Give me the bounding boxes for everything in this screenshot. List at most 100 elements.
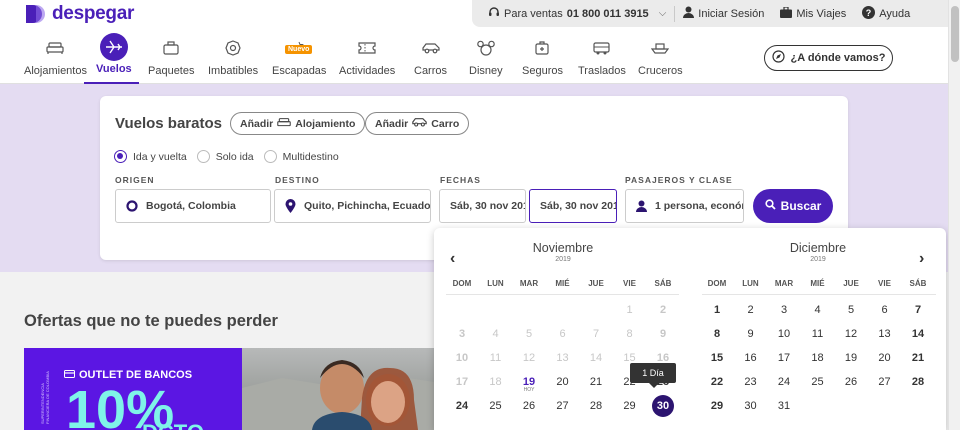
calendar-day[interactable]: 26 [514, 400, 544, 412]
calendar-day[interactable]: 18 [803, 352, 833, 364]
bank-outlet-banner[interactable]: SUPERINTENDENCIA FINANCIERA DE COLOMBIA … [24, 348, 242, 430]
trip-type-roundtrip[interactable]: Ida y vuelta [114, 150, 187, 163]
calendar-day[interactable]: 19 [836, 352, 866, 364]
calendar-day[interactable]: 25 [481, 400, 511, 412]
calendar-day-selected[interactable]: 30 [648, 395, 678, 417]
weekday-header: LUN [742, 279, 759, 288]
trip-type-multidestination[interactable]: Multidestino [263, 150, 339, 163]
calendar-day[interactable]: 29 [702, 400, 732, 412]
couple-photo[interactable] [242, 348, 434, 430]
calendar-day[interactable]: 24 [769, 376, 799, 388]
calendar-day[interactable]: 8 [702, 328, 732, 340]
bus-icon [589, 36, 615, 60]
calendar-day[interactable]: 16 [736, 352, 766, 364]
nav-item-cruceros[interactable]: Cruceros [638, 36, 683, 77]
calendar-day[interactable]: 25 [803, 376, 833, 388]
month-name: Diciembre [789, 241, 847, 255]
sales-phone-dropdown[interactable]: Para ventas 01 800 011 3915 ⌵ [472, 6, 674, 21]
calendar-day[interactable]: 2 [736, 304, 766, 316]
add-car-label: Carro [431, 117, 460, 130]
despegar-logo[interactable]: despegar [24, 3, 134, 25]
plane-icon [99, 33, 128, 61]
my-trips-link[interactable]: Mis Viajes [772, 5, 854, 21]
login-link[interactable]: Iniciar Sesión [675, 6, 772, 21]
calendar-day[interactable]: 9 [736, 328, 766, 340]
radio-button[interactable] [114, 150, 127, 163]
nav-item-alojamientos[interactable]: Alojamientos [24, 36, 87, 77]
calendar-day[interactable]: 6 [870, 304, 900, 316]
help-link[interactable]: ? Ayuda [854, 5, 918, 22]
nav-item-carros[interactable]: Carros [414, 36, 447, 77]
calendar-day[interactable]: 21 [581, 376, 611, 388]
calendar-day[interactable]: 28 [581, 400, 611, 412]
calendar-day[interactable]: 20 [548, 376, 578, 388]
return-date-field[interactable]: Sáb, 30 nov 2019 [529, 189, 617, 223]
nav-item-actividades[interactable]: Actividades [339, 36, 395, 77]
calendar-day: 2 [659, 304, 667, 316]
car-icon [412, 117, 428, 130]
nav-item-paquetes[interactable]: Paquetes [148, 36, 194, 77]
sales-phone: 01 800 011 3915 [566, 7, 649, 20]
nav-label: Cruceros [638, 65, 683, 77]
calendar-day[interactable]: 23 [736, 376, 766, 388]
calendar-day[interactable]: 21 [903, 352, 933, 364]
radio-label: Ida y vuelta [133, 150, 187, 163]
passengers-field[interactable]: 1 persona, económica [625, 189, 744, 223]
add-hotel-button[interactable]: Añadir Alojamiento [230, 112, 366, 135]
nav-item-disney[interactable]: Disney [469, 36, 503, 77]
nav-item-escapadas[interactable]: Escapadas [272, 36, 326, 77]
calendar-day[interactable]: 19 HOY [514, 376, 544, 393]
calendar-day[interactable]: 3 [769, 304, 799, 316]
radio-button[interactable] [263, 150, 277, 163]
calendar-day[interactable]: 1 [702, 304, 732, 316]
weekday-header: JUE [843, 279, 859, 288]
calendar-day[interactable]: 11 [803, 328, 833, 340]
page-scrollbar[interactable] [948, 0, 960, 430]
ship-icon [647, 36, 673, 60]
where-to-go-button[interactable]: ¿A dónde vamos? [764, 45, 893, 71]
destination-field[interactable]: Quito, Pichincha, Ecuador [274, 189, 431, 223]
trip-type-oneway[interactable]: Solo ida [196, 150, 254, 163]
login-label: Iniciar Sesión [698, 7, 765, 20]
calendar-day[interactable]: 26 [836, 376, 866, 388]
radio-button[interactable] [196, 150, 210, 163]
calendar-day[interactable]: 15 [702, 352, 732, 364]
calendar-day[interactable]: 27 [870, 376, 900, 388]
date-picker: ‹ › Noviembre 2019 Diciembre 2019 DOM LUN… [434, 228, 946, 430]
destination-label: DESTINO [275, 175, 320, 185]
nav-label: Vuelos [96, 63, 132, 75]
search-button[interactable]: Buscar [753, 189, 833, 223]
weekday-header: MIÉ [555, 279, 570, 288]
calendar-day[interactable]: 28 [903, 376, 933, 388]
user-icon [683, 6, 695, 21]
nav-item-vuelos[interactable]: Vuelos [96, 33, 132, 75]
calendar-day: 4 [492, 328, 499, 340]
calendar-day[interactable]: 4 [803, 304, 833, 316]
calendar-day[interactable]: 7 [903, 304, 933, 316]
product-nav: Alojamientos Vuelos Paquetes Imbatibles … [0, 28, 948, 84]
calendar-day[interactable]: 13 [870, 328, 900, 340]
calendar-day[interactable]: 22 [702, 376, 732, 388]
scrollbar-thumb[interactable] [951, 6, 959, 62]
origin-field[interactable]: Bogotá, Colombia [115, 189, 271, 223]
calendar-day[interactable]: 5 [836, 304, 866, 316]
suitcase-icon [158, 36, 184, 60]
nav-label: Alojamientos [24, 65, 87, 77]
my-trips-label: Mis Viajes [796, 7, 847, 20]
nav-item-imbatibles[interactable]: Imbatibles [208, 36, 258, 77]
calendar-day[interactable]: 24 [447, 400, 477, 412]
calendar-day[interactable]: 31 [769, 400, 799, 412]
depart-date-field[interactable]: Sáb, 30 nov 2019 [439, 189, 526, 223]
calendar-day[interactable]: 14 [903, 328, 933, 340]
add-car-button[interactable]: Añadir Carro [365, 112, 470, 135]
calendar-day[interactable]: 29 [615, 400, 645, 412]
calendar-day[interactable]: 30 [736, 400, 766, 412]
calendar-day[interactable]: 12 [836, 328, 866, 340]
nav-item-seguros[interactable]: Seguros [522, 36, 563, 77]
nav-item-traslados[interactable]: Traslados [578, 36, 626, 77]
calendar-day[interactable]: 17 [769, 352, 799, 364]
calendar-day[interactable]: 10 [769, 328, 799, 340]
weekday-header: VIE [878, 279, 891, 288]
calendar-day[interactable]: 27 [548, 400, 578, 412]
calendar-day[interactable]: 20 [870, 352, 900, 364]
